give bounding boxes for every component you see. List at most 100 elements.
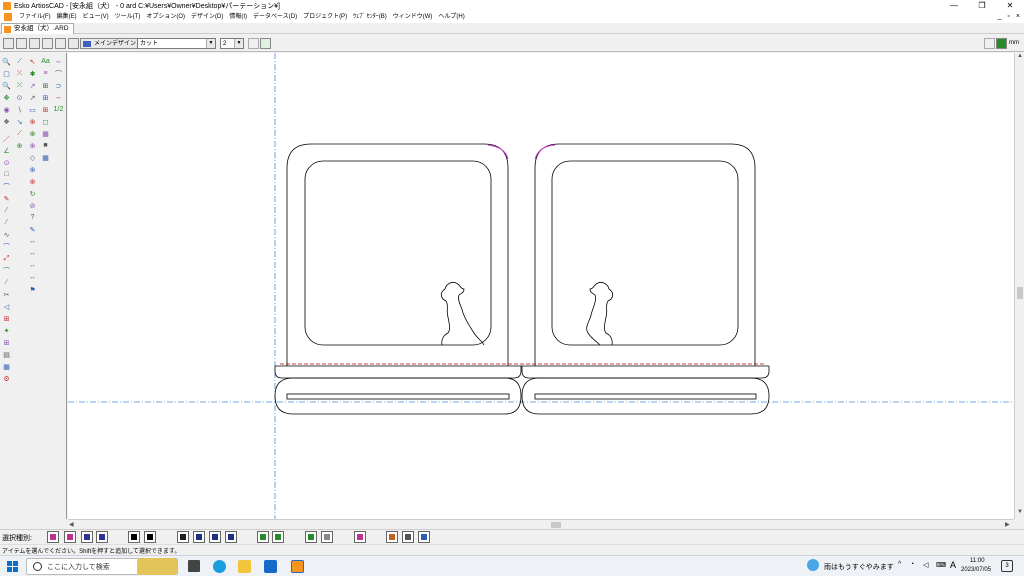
- selection-type-button-6[interactable]: [144, 531, 156, 543]
- keyboard-icon[interactable]: ⌨: [936, 561, 946, 569]
- col1-tool-25-icon[interactable]: ⊞: [1, 337, 12, 348]
- line-width-select[interactable]: 2 ▼: [220, 38, 244, 49]
- menu-options[interactable]: オプション(O): [143, 13, 188, 22]
- windows-start-icon[interactable]: [7, 561, 18, 572]
- col5-tool-2-icon[interactable]: ⌒: [53, 68, 64, 79]
- news-widget-icon[interactable]: [137, 558, 177, 575]
- menu-design[interactable]: デザイン(D): [188, 13, 226, 22]
- menu-project[interactable]: プロジェクト(P): [300, 13, 350, 22]
- clock-time[interactable]: 11:00: [970, 558, 985, 564]
- col4-tool-2-icon[interactable]: ≡: [40, 68, 51, 79]
- menu-tools[interactable]: ツール(T): [112, 13, 144, 22]
- col1-tool-22-icon[interactable]: ◁: [1, 301, 12, 312]
- col1-tool-18-icon[interactable]: ⤢: [1, 253, 12, 264]
- ime-indicator[interactable]: A: [950, 560, 956, 570]
- selection-type-button-15[interactable]: [354, 531, 366, 543]
- col1-tool-17-icon[interactable]: ⌒: [1, 241, 12, 252]
- selection-type-button-18[interactable]: [418, 531, 430, 543]
- network-icon[interactable]: ◔: [910, 561, 914, 568]
- menu-file[interactable]: ファイル(F): [16, 13, 54, 22]
- notification-icon[interactable]: 3: [1001, 560, 1013, 572]
- mdi-minimize-button[interactable]: _: [998, 13, 1002, 20]
- units-label[interactable]: mm: [1009, 40, 1019, 46]
- edge-browser-icon[interactable]: [213, 560, 226, 573]
- selection-type-button-2[interactable]: [64, 531, 76, 543]
- main-design-button[interactable]: メインデザイン: [80, 38, 141, 49]
- col1-tool-28-icon[interactable]: ⚙: [1, 373, 12, 384]
- mdi-restore-button[interactable]: ▫: [1007, 13, 1009, 20]
- col3-tool-19-icon[interactable]: ↔: [27, 272, 38, 283]
- col3-tool-8-icon[interactable]: ⊕: [27, 140, 38, 151]
- menu-edit[interactable]: 編集(E): [54, 13, 80, 22]
- col1-tool-6-icon[interactable]: ❖: [1, 116, 12, 127]
- file-explorer-icon[interactable]: [238, 560, 251, 573]
- col3-tool-1-icon[interactable]: ↖: [27, 56, 38, 67]
- maximize-button[interactable]: ❐: [968, 0, 996, 12]
- scroll-down-icon[interactable]: ▼: [1017, 509, 1023, 515]
- col1-tool-1-icon[interactable]: 🔍: [1, 56, 12, 67]
- selection-type-button-17[interactable]: [402, 531, 414, 543]
- vertical-scrollbar[interactable]: ▲ ▼: [1014, 53, 1024, 519]
- document-menu-icon[interactable]: [4, 13, 12, 21]
- menu-window[interactable]: ウィンドウ(W): [390, 13, 436, 22]
- selection-type-button-9[interactable]: [209, 531, 221, 543]
- flag-icon[interactable]: [996, 38, 1007, 49]
- col4-tool-5-icon[interactable]: ⊞: [40, 104, 51, 115]
- selection-type-button-10[interactable]: [225, 531, 237, 543]
- col1-tool-12-icon[interactable]: ⌒: [1, 181, 12, 192]
- mail-icon[interactable]: [264, 560, 277, 573]
- design-canvas[interactable]: [68, 53, 1014, 519]
- col3-tool-12-icon[interactable]: ↻: [27, 188, 38, 199]
- output-icon[interactable]: [42, 38, 53, 49]
- col1-tool-7-icon[interactable]: [1, 128, 12, 132]
- selection-type-button-5[interactable]: [128, 531, 140, 543]
- col1-tool-13-icon[interactable]: ✎: [1, 193, 12, 204]
- col1-tool-4-icon[interactable]: ✥: [1, 92, 12, 103]
- layer-icon[interactable]: [29, 38, 40, 49]
- col4-tool-4-icon[interactable]: ⊞: [40, 92, 51, 103]
- menu-webcenter[interactable]: ｳｪﾌﾞ ｾﾝﾀｰ(B): [350, 13, 390, 22]
- col3-tool-17-icon[interactable]: ↔: [27, 248, 38, 259]
- scroll-up-icon[interactable]: ▲: [1017, 53, 1023, 59]
- horizontal-scrollbar[interactable]: ◀ ▶: [68, 519, 1014, 529]
- col5-tool-3-icon[interactable]: ⊃: [53, 80, 64, 91]
- col1-tool-8-icon[interactable]: ／: [1, 133, 12, 144]
- horizontal-scroll-thumb[interactable]: [551, 522, 561, 528]
- col3-tool-11-icon[interactable]: ⊕: [27, 176, 38, 187]
- col3-tool-15-icon[interactable]: ✎: [27, 224, 38, 235]
- weather-text[interactable]: 雨はもうすぐやみます: [824, 562, 894, 572]
- col4-tool-3-icon[interactable]: ⊞: [40, 80, 51, 91]
- col5-tool-5-icon[interactable]: 1/2: [53, 104, 64, 115]
- tray-chevron-icon[interactable]: ^: [898, 561, 901, 568]
- open-icon[interactable]: [3, 38, 14, 49]
- line-type-select[interactable]: カット ▼: [137, 38, 216, 49]
- col1-tool-15-icon[interactable]: ⁄: [1, 217, 12, 228]
- col2-tool-2-icon[interactable]: ⤫: [14, 68, 25, 79]
- col2-tool-8-icon[interactable]: ⊕: [14, 140, 25, 151]
- col1-tool-20-icon[interactable]: ∕: [1, 277, 12, 288]
- pointsize-icon[interactable]: [248, 38, 259, 49]
- col3-tool-18-icon[interactable]: ↔: [27, 260, 38, 271]
- selection-type-button-14[interactable]: [321, 531, 333, 543]
- col3-tool-6-icon[interactable]: ⊕: [27, 116, 38, 127]
- col4-tool-6-icon[interactable]: ◻: [40, 116, 51, 127]
- design-icon[interactable]: [68, 38, 79, 49]
- col1-tool-19-icon[interactable]: ⌒: [1, 265, 12, 276]
- scroll-left-icon[interactable]: ◀: [69, 521, 74, 528]
- selection-type-button-13[interactable]: [305, 531, 317, 543]
- document-tab[interactable]: 安永組（犬）.ARD: [1, 23, 74, 34]
- minimize-button[interactable]: —: [940, 0, 968, 12]
- col4-tool-1-icon[interactable]: Aa: [40, 56, 51, 67]
- zoom-icon[interactable]: [984, 38, 995, 49]
- col4-tool-8-icon[interactable]: ■: [40, 140, 51, 151]
- col2-tool-7-icon[interactable]: ⟋: [14, 128, 25, 139]
- col3-tool-9-icon[interactable]: ◇: [27, 152, 38, 163]
- col1-tool-3-icon[interactable]: 🔍: [1, 80, 12, 91]
- col1-tool-5-icon[interactable]: ◉: [1, 104, 12, 115]
- print-icon[interactable]: [55, 38, 66, 49]
- close-button[interactable]: ✕: [996, 0, 1024, 12]
- col3-tool-4-icon[interactable]: ↗: [27, 92, 38, 103]
- menu-database[interactable]: データベース(D): [250, 13, 300, 22]
- grid-icon[interactable]: [260, 38, 271, 49]
- col1-tool-9-icon[interactable]: ∠: [1, 145, 12, 156]
